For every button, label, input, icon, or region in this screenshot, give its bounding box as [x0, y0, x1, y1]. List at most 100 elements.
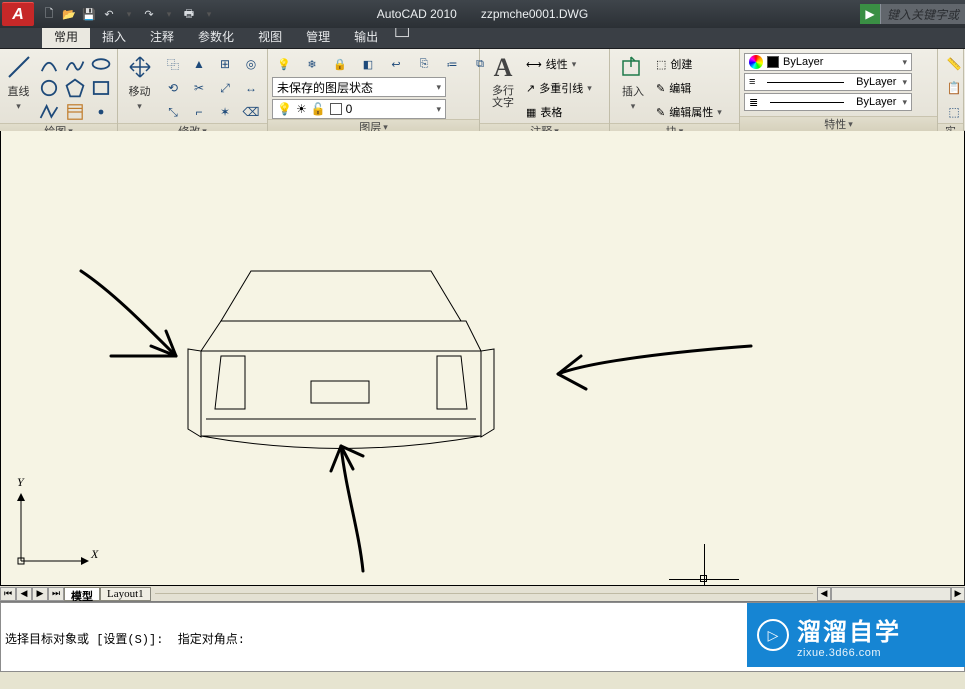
trim-icon[interactable]: ✂	[187, 77, 211, 99]
paste-icon[interactable]: 📋	[942, 77, 965, 99]
print-icon[interactable]: 🖶	[180, 5, 198, 23]
redo-icon[interactable]: ↷	[140, 5, 158, 23]
dropdown-icon[interactable]: ▾	[436, 104, 441, 115]
copy-icon[interactable]: ⿻	[161, 53, 185, 75]
fillet-icon[interactable]: ⌐	[187, 101, 211, 123]
ucs-icon: Y X	[13, 479, 103, 573]
undo-dropdown-icon[interactable]: ▾	[120, 5, 138, 23]
next-tab-icon[interactable]: ▶	[32, 587, 48, 601]
layer-prev-icon[interactable]: ↩	[384, 53, 408, 75]
table-button[interactable]: ▦表格	[526, 101, 592, 123]
rotate-icon[interactable]: ⟲	[161, 77, 185, 99]
linetype-combo[interactable]: ≣ ByLayer ▾	[744, 93, 912, 111]
layer-states-icon[interactable]: ⎘	[412, 53, 436, 75]
drawing-area[interactable]: Y X	[0, 131, 965, 586]
layer-match-icon[interactable]: ≔	[440, 53, 464, 75]
edit-attr-button[interactable]: ✎编辑属性▾	[656, 101, 722, 123]
color-combo[interactable]: ByLayer ▾	[744, 53, 912, 71]
tab-annotate[interactable]: 注释	[138, 25, 186, 48]
search-input[interactable]: 键入关键字或	[880, 4, 965, 24]
tab-home[interactable]: 常用	[42, 25, 90, 48]
first-tab-icon[interactable]: ⏮	[0, 587, 16, 601]
open-icon[interactable]: 📂	[60, 5, 78, 23]
dropdown-icon[interactable]: ▾	[902, 57, 907, 68]
model-layout-tabs: ⏮ ◀ ▶ ⏭ 模型 Layout1 ◀ ▶	[0, 586, 965, 602]
search-go-icon[interactable]: ▶	[860, 4, 880, 24]
tab-output[interactable]: 输出	[342, 25, 390, 48]
circle-icon[interactable]	[37, 77, 61, 99]
tab-view[interactable]: 视图	[246, 25, 294, 48]
line-button[interactable]: 直线 ▾	[4, 53, 33, 112]
mirror-icon[interactable]: ▲	[187, 53, 211, 75]
layer-freeze-icon[interactable]: ❄	[300, 53, 324, 75]
edit-block-button[interactable]: ✎编辑	[656, 77, 722, 99]
dropdown-icon[interactable]: ▾	[717, 107, 722, 118]
layer-state-combo[interactable]: 未保存的图层状态 ▾	[272, 77, 446, 97]
hatch-icon[interactable]	[63, 101, 87, 123]
tab-insert[interactable]: 插入	[90, 25, 138, 48]
scroll-right-icon[interactable]: ▶	[951, 587, 965, 601]
mtext-button[interactable]: A 多行 文字	[484, 53, 522, 109]
dropdown-icon[interactable]: ▾	[436, 82, 441, 93]
layer-off-icon[interactable]: 💡	[272, 53, 296, 75]
insert-block-button[interactable]: 插入 ▾	[614, 53, 652, 112]
title-center: AutoCAD 2010 zzpmche0001.DWG	[377, 7, 588, 21]
undo-icon[interactable]: ↶	[100, 5, 118, 23]
dropdown-icon[interactable]: ▾	[16, 101, 21, 112]
tab-model[interactable]: 模型	[64, 587, 100, 601]
layer-color-icon[interactable]: ◧	[356, 53, 380, 75]
move-button[interactable]: 移动 ▾	[122, 53, 157, 112]
tab-spacer	[155, 593, 813, 594]
dropdown-icon[interactable]: ▾	[902, 97, 907, 108]
tab-layout1[interactable]: Layout1	[100, 587, 151, 601]
layer-combo[interactable]: 💡 ☀ 🔓 0 ▾	[272, 99, 446, 119]
dropdown-icon[interactable]: ▾	[137, 101, 142, 112]
measure-icon[interactable]: 📏	[942, 53, 965, 75]
scale-icon[interactable]: ⤡	[161, 101, 185, 123]
redo-dropdown-icon[interactable]: ▾	[160, 5, 178, 23]
table-label: 表格	[540, 104, 562, 120]
ellipse-icon[interactable]	[89, 53, 113, 75]
tab-parametric[interactable]: 参数化	[186, 25, 246, 48]
polygon-icon[interactable]	[63, 77, 87, 99]
linetype-icon: ≣	[749, 96, 758, 109]
array-icon[interactable]: ⊞	[213, 53, 237, 75]
save-icon[interactable]: 💾	[80, 5, 98, 23]
search-box[interactable]: ▶ 键入关键字或	[860, 0, 965, 28]
multileader-button[interactable]: ↗多重引线▾	[526, 77, 592, 99]
layer-lock-icon[interactable]: 🔒	[328, 53, 352, 75]
lineweight-combo[interactable]: ≡ ByLayer ▾	[744, 73, 912, 91]
polyline-icon[interactable]	[37, 101, 61, 123]
edit-attr-label: 编辑属性	[669, 104, 713, 120]
new-icon[interactable]: 🗋	[40, 5, 58, 23]
dropdown-icon[interactable]: ▾	[631, 101, 636, 112]
qat-dropdown-icon[interactable]: ▾	[200, 5, 218, 23]
rect-icon[interactable]	[89, 77, 113, 99]
tab-manage[interactable]: 管理	[294, 25, 342, 48]
select-icon[interactable]: ⬚	[942, 101, 965, 123]
create-block-button[interactable]: ⬚创建	[656, 53, 722, 75]
scroll-left-icon[interactable]: ◀	[817, 587, 831, 601]
scroll-track[interactable]	[831, 587, 951, 601]
last-tab-icon[interactable]: ⏭	[48, 587, 64, 601]
dropdown-icon[interactable]: ▾	[572, 59, 577, 70]
line-sample	[770, 102, 844, 103]
app-logo[interactable]: A	[2, 2, 34, 26]
point-icon[interactable]	[89, 101, 113, 123]
dim-linear-button[interactable]: ⟷线性▾	[526, 53, 592, 75]
group-props-title: 特性	[824, 116, 846, 132]
extend-icon[interactable]: ⤢	[213, 77, 237, 99]
erase-icon[interactable]: ⌫	[239, 101, 263, 123]
spline-icon[interactable]	[63, 53, 87, 75]
group-block: 插入 ▾ ⬚创建 ✎编辑 ✎编辑属性▾ 块▾	[610, 49, 740, 131]
create-icon: ⬚	[656, 58, 666, 71]
stretch-icon[interactable]: ↔	[239, 77, 263, 99]
dropdown-icon[interactable]: ▾	[902, 77, 907, 88]
dropdown-icon[interactable]: ▾	[587, 83, 592, 94]
dropdown-icon[interactable]: ▾	[848, 119, 853, 130]
offset-icon[interactable]: ◎	[239, 53, 263, 75]
arc-icon[interactable]	[37, 53, 61, 75]
prev-tab-icon[interactable]: ◀	[16, 587, 32, 601]
layer-color-swatch	[330, 103, 342, 115]
explode-icon[interactable]: ✶	[213, 101, 237, 123]
